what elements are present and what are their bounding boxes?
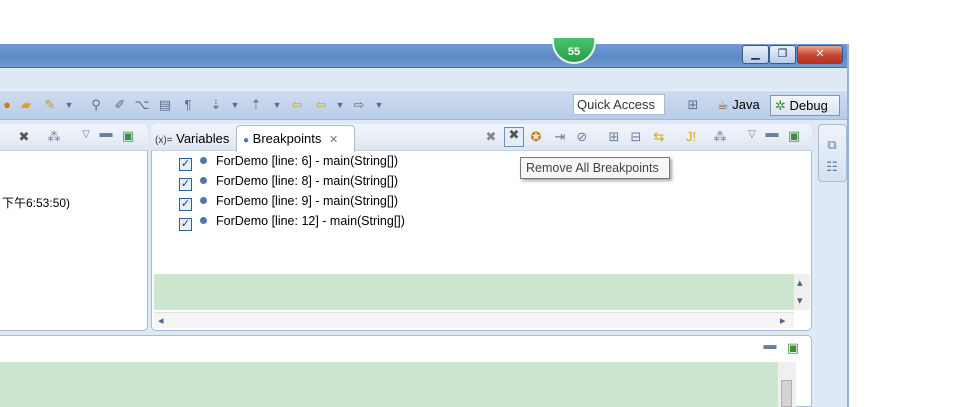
show-breakpoints-icon[interactable]: ✪ bbox=[528, 130, 544, 146]
open-perspective-icon[interactable]: ⊞ bbox=[684, 96, 702, 114]
breakpoint-label: ForDemo [line: 6] - main(String[]) bbox=[216, 154, 398, 168]
maximize-view-icon[interactable]: ▣ bbox=[120, 129, 136, 145]
prev-annotation-icon[interactable]: ⇡ bbox=[248, 96, 264, 114]
breakpoint-label: ForDemo [line: 8] - main(String[]) bbox=[216, 174, 398, 188]
edit-pencil-icon[interactable]: ✎ bbox=[42, 96, 58, 114]
expand-all-icon[interactable]: ⊞ bbox=[606, 130, 622, 146]
minimize-button[interactable]: ▁ bbox=[742, 45, 769, 64]
breakpoint-icon bbox=[200, 197, 207, 204]
debug-view bbox=[0, 124, 148, 331]
close-button[interactable]: ✕ bbox=[797, 45, 843, 64]
breakpoint-row[interactable]: ✓ ForDemo [line: 6] - main(String[]) bbox=[179, 152, 398, 171]
perspective-debug[interactable]: ✲ Debug bbox=[770, 95, 840, 116]
breakpoint-label: ForDemo [line: 9] - main(String[]) bbox=[216, 194, 398, 208]
remove-selected-breakpoint-icon[interactable]: ✖ bbox=[483, 130, 499, 146]
threads-icon[interactable]: ⁂ bbox=[46, 130, 62, 146]
chevron-down-icon[interactable]: ▼ bbox=[64, 96, 74, 114]
open-folder-icon[interactable]: ▰ bbox=[18, 96, 34, 114]
back-icon[interactable]: ⇦ bbox=[312, 96, 330, 114]
breakpoint-icon bbox=[200, 217, 207, 224]
breakpoint-checkbox[interactable]: ✓ bbox=[179, 198, 192, 211]
close-tab-icon[interactable]: ✕ bbox=[329, 134, 338, 146]
edit-icon[interactable]: ✐ bbox=[112, 96, 128, 114]
scroll-right-icon[interactable]: ▸ bbox=[780, 314, 786, 327]
breakpoints-icon: ● bbox=[243, 135, 250, 146]
perspective-debug-label: Debug bbox=[789, 98, 828, 113]
bug-icon: ✲ bbox=[775, 98, 786, 113]
breakpoint-row[interactable]: ✓ ForDemo [line: 12] - main(String[]) bbox=[179, 212, 405, 231]
chevron-down-icon[interactable]: ▼ bbox=[335, 96, 345, 114]
minimize-view-icon[interactable]: ▬ bbox=[764, 126, 780, 142]
skip-breakpoints-icon[interactable]: ⊘ bbox=[574, 130, 590, 146]
breakpoint-icon bbox=[200, 157, 207, 164]
next-annotation-icon[interactable]: ⇣ bbox=[208, 96, 224, 114]
quick-access-input[interactable]: Quick Access bbox=[573, 94, 665, 115]
restore-view-icon[interactable]: ⧉ bbox=[824, 138, 840, 154]
breakpoint-checkbox[interactable]: ✓ bbox=[179, 178, 192, 191]
breakpoint-row[interactable]: ✓ ForDemo [line: 8] - main(String[]) bbox=[179, 172, 398, 191]
annotation-icon[interactable]: ⌥ bbox=[134, 96, 150, 114]
restore-button[interactable]: ❐ bbox=[769, 45, 796, 64]
tab-breakpoints[interactable]: ● Breakpoints ✕ bbox=[236, 125, 355, 152]
breakpoint-detail-pane[interactable] bbox=[154, 274, 794, 310]
breakpoint-icon bbox=[200, 177, 207, 184]
minimize-view-icon[interactable]: ▬ bbox=[762, 338, 778, 354]
chevron-down-icon[interactable]: ▼ bbox=[230, 96, 240, 114]
go-to-file-icon[interactable]: ⇥ bbox=[552, 130, 568, 146]
threads-icon[interactable]: ⁂ bbox=[712, 130, 728, 146]
tab-variables-label: Variables bbox=[176, 131, 230, 146]
last-edit-icon[interactable]: ⇦ bbox=[288, 96, 306, 114]
pin-icon[interactable]: ⚲ bbox=[88, 96, 104, 114]
console-output[interactable] bbox=[0, 362, 778, 407]
breakpoint-label: ForDemo [line: 12] - main(String[]) bbox=[216, 214, 405, 228]
remove-all-breakpoints-icon[interactable]: ✖ bbox=[504, 127, 524, 147]
link-with-debug-icon[interactable]: ⇆ bbox=[651, 130, 667, 146]
remove-all-terminated-icon[interactable]: ✖ bbox=[16, 130, 32, 146]
breakpoint-checkbox[interactable]: ✓ bbox=[179, 158, 192, 171]
collapse-all-icon[interactable]: ⊟ bbox=[628, 130, 644, 146]
minimize-view-icon[interactable]: ▬ bbox=[98, 126, 114, 142]
perspective-java[interactable]: ☕ Java bbox=[717, 95, 765, 115]
tab-breakpoints-label: Breakpoints bbox=[252, 131, 322, 146]
window-frame-edge bbox=[847, 44, 849, 407]
scroll-up-icon[interactable]: ▴ bbox=[797, 276, 803, 289]
scroll-down-icon[interactable]: ▾ bbox=[797, 294, 803, 307]
outline-icon[interactable]: ☷ bbox=[824, 160, 840, 176]
chevron-down-icon[interactable]: ▼ bbox=[272, 96, 282, 114]
tab-variables[interactable]: (x)= Variables bbox=[155, 128, 229, 150]
scrollbar-thumb[interactable] bbox=[781, 380, 792, 407]
run-icon[interactable]: ● bbox=[0, 96, 14, 114]
console-scrollbar[interactable] bbox=[778, 362, 796, 407]
chevron-down-icon[interactable]: ▼ bbox=[374, 96, 384, 114]
scroll-left-icon[interactable]: ◂ bbox=[158, 314, 164, 327]
maximize-view-icon[interactable]: ▣ bbox=[785, 341, 801, 357]
breakpoint-checkbox[interactable]: ✓ bbox=[179, 218, 192, 231]
tooltip: Remove All Breakpoints bbox=[520, 157, 670, 179]
paragraph-icon[interactable]: ¶ bbox=[180, 96, 196, 114]
forward-icon[interactable]: ⇨ bbox=[350, 96, 368, 114]
session-timestamp: 下午6:53:50) bbox=[2, 196, 71, 210]
java-perspective-icon: ☕ bbox=[717, 97, 729, 112]
java-exception-breakpoint-icon[interactable]: J! bbox=[683, 130, 699, 146]
view-menu-icon[interactable]: ▽ bbox=[744, 128, 760, 144]
maximize-view-icon[interactable]: ▣ bbox=[786, 129, 802, 145]
view-menu-icon[interactable]: ▽ bbox=[78, 128, 94, 144]
perspective-java-label: Java bbox=[732, 97, 760, 112]
window-titlebar[interactable] bbox=[0, 44, 849, 68]
horizontal-scrollbar[interactable]: ◂ ▸ bbox=[154, 312, 794, 328]
page-icon[interactable]: ▤ bbox=[157, 96, 173, 114]
breakpoint-row[interactable]: ✓ ForDemo [line: 9] - main(String[]) bbox=[179, 192, 398, 211]
vertical-scrollbar[interactable]: ▴ ▾ bbox=[794, 274, 810, 310]
variables-icon: (x)= bbox=[155, 135, 173, 146]
